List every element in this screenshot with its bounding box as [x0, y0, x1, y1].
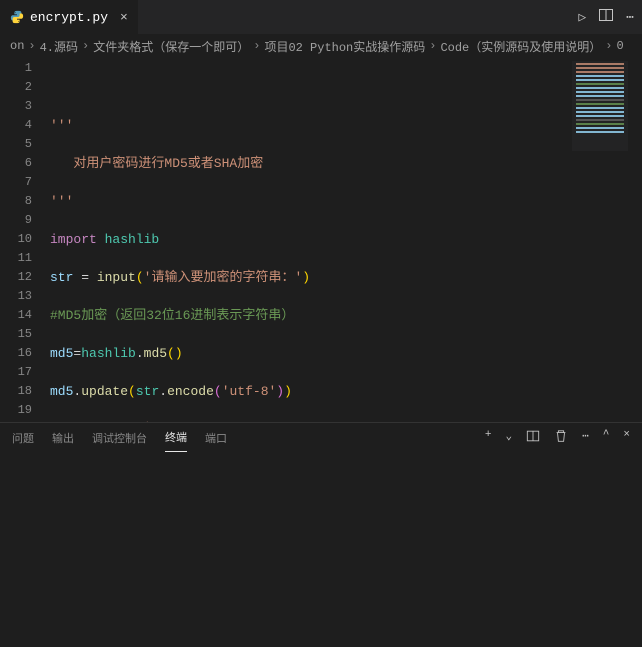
- code-line[interactable]: md5=hashlib.md5(): [50, 344, 642, 363]
- code-line[interactable]: str = input('请输入要加密的字符串：'): [50, 268, 642, 287]
- terminal-body[interactable]: [0, 452, 642, 647]
- line-number: 1: [0, 59, 32, 78]
- split-terminal-icon[interactable]: [526, 429, 540, 447]
- code-line[interactable]: ''': [50, 192, 642, 211]
- panel-actions: + ⌄ ⋯ ^ ×: [485, 429, 630, 447]
- tab-encrypt-py[interactable]: encrypt.py ×: [0, 0, 138, 34]
- editor-title-actions: ▷ ⋯: [578, 7, 642, 27]
- trash-icon[interactable]: [554, 429, 568, 447]
- chevron-down-icon[interactable]: ⌄: [506, 429, 513, 447]
- chevron-right-icon: ›: [429, 39, 436, 53]
- line-number: 13: [0, 287, 32, 306]
- crumb-part[interactable]: 0: [616, 39, 623, 53]
- chevron-right-icon: ›: [28, 39, 35, 53]
- minimap[interactable]: [572, 61, 628, 151]
- code-line[interactable]: print('MD5加密:',md5.hexdigest()): [50, 420, 642, 422]
- code-area[interactable]: ''' 对用户密码进行MD5或者SHA加密 ''' import hashlib…: [50, 57, 642, 422]
- new-terminal-icon[interactable]: +: [485, 429, 492, 447]
- line-number: 17: [0, 363, 32, 382]
- tab-problems[interactable]: 问题: [12, 424, 34, 452]
- line-number: 11: [0, 249, 32, 268]
- chevron-right-icon: ›: [605, 39, 612, 53]
- code-line[interactable]: 对用户密码进行MD5或者SHA加密: [50, 154, 642, 173]
- more-actions-icon[interactable]: ⋯: [626, 10, 634, 25]
- breadcrumb[interactable]: on › 4.源码 › 文件夹格式（保存一个即可） › 项目02 Python实…: [0, 35, 642, 57]
- tab-label: encrypt.py: [30, 10, 108, 25]
- editor[interactable]: 1 2 3 4 5 6 7 8 9 10 11 12 13 14 15 16 1…: [0, 57, 642, 422]
- split-editor-icon[interactable]: [598, 7, 614, 27]
- chevron-right-icon: ›: [253, 39, 260, 53]
- crumb-part[interactable]: 项目02 Python实战操作源码: [264, 38, 425, 55]
- line-number-gutter: 1 2 3 4 5 6 7 8 9 10 11 12 13 14 15 16 1…: [0, 57, 50, 422]
- line-number: 15: [0, 325, 32, 344]
- tab-terminal[interactable]: 终端: [165, 423, 187, 452]
- code-line[interactable]: [50, 78, 642, 97]
- code-line[interactable]: #MD5加密（返回32位16进制表示字符串）: [50, 306, 642, 325]
- tab-bar: encrypt.py × ▷ ⋯: [0, 0, 642, 35]
- crumb-part[interactable]: 文件夹格式（保存一个即可）: [93, 38, 249, 55]
- line-number: 7: [0, 173, 32, 192]
- tab-debug-console[interactable]: 调试控制台: [92, 424, 147, 452]
- python-file-icon: [10, 10, 24, 24]
- line-number: 14: [0, 306, 32, 325]
- line-number: 12: [0, 268, 32, 287]
- crumb-part[interactable]: 4.源码: [40, 38, 78, 55]
- line-number: 5: [0, 135, 32, 154]
- line-number: 19: [0, 401, 32, 420]
- run-icon[interactable]: ▷: [578, 10, 586, 25]
- line-number: 18: [0, 382, 32, 401]
- code-line[interactable]: import hashlib: [50, 230, 642, 249]
- maximize-panel-icon[interactable]: ^: [603, 429, 610, 447]
- line-number: 16: [0, 344, 32, 363]
- chevron-right-icon: ›: [82, 39, 89, 53]
- more-icon[interactable]: ⋯: [582, 429, 589, 447]
- line-number: 2: [0, 78, 32, 97]
- tab-ports[interactable]: 端口: [205, 424, 227, 452]
- code-line[interactable]: ''': [50, 116, 642, 135]
- line-number: 6: [0, 154, 32, 173]
- line-number: 4: [0, 116, 32, 135]
- close-panel-icon[interactable]: ×: [623, 429, 630, 447]
- crumb-part[interactable]: on: [10, 39, 24, 53]
- line-number: 3: [0, 97, 32, 116]
- tab-output[interactable]: 输出: [52, 424, 74, 452]
- line-number: 10: [0, 230, 32, 249]
- code-line[interactable]: md5.update(str.encode('utf-8')): [50, 382, 642, 401]
- panel-tab-bar: 问题 输出 调试控制台 终端 端口 + ⌄ ⋯ ^ ×: [0, 422, 642, 452]
- close-tab-icon[interactable]: ×: [120, 10, 128, 25]
- line-number: 8: [0, 192, 32, 211]
- crumb-part[interactable]: Code（实例源码及使用说明）: [440, 38, 601, 55]
- line-number: 9: [0, 211, 32, 230]
